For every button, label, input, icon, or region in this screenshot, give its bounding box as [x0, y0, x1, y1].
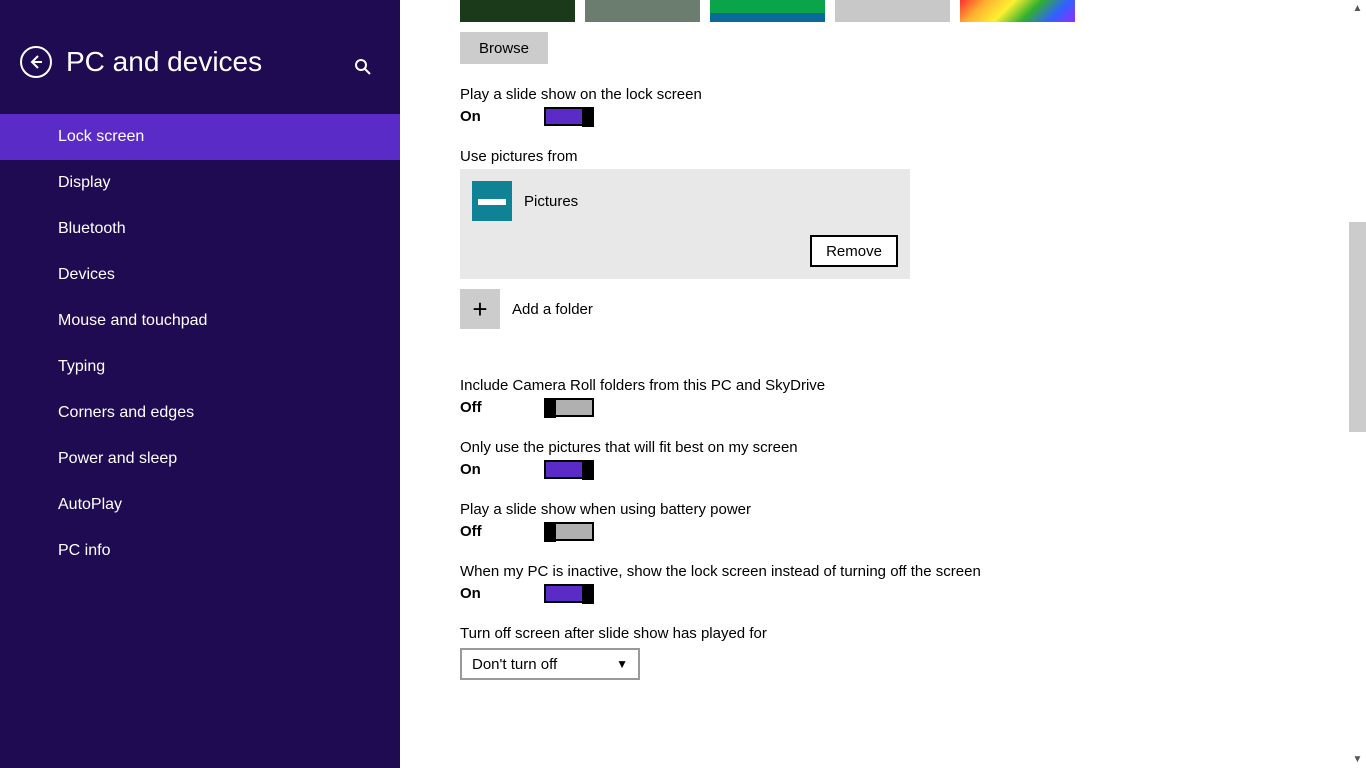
- slideshow-toggle-row: On: [460, 107, 1366, 126]
- inactive-state: On: [460, 585, 544, 602]
- folder-item: Pictures: [472, 181, 898, 221]
- nav-pc-info[interactable]: PC info: [0, 528, 400, 574]
- scroll-thumb[interactable]: [1349, 222, 1366, 432]
- use-pictures-label: Use pictures from: [460, 148, 1366, 165]
- turn-off-select[interactable]: Don't turn off ▼: [460, 648, 640, 680]
- battery-label: Play a slide show when using battery pow…: [460, 501, 1366, 518]
- nav-bluetooth[interactable]: Bluetooth: [0, 206, 400, 252]
- search-icon: [354, 58, 372, 76]
- nav-lock-screen[interactable]: Lock screen: [0, 114, 400, 160]
- fit-best-setting: Only use the pictures that will fit best…: [460, 439, 1366, 479]
- content-pane: Browse Play a slide show on the lock scr…: [400, 0, 1366, 768]
- scroll-down-arrow[interactable]: ▼: [1349, 751, 1366, 768]
- thumbnail-2[interactable]: [585, 0, 700, 22]
- nav-typing[interactable]: Typing: [0, 344, 400, 390]
- turn-off-label: Turn off screen after slide show has pla…: [460, 625, 1366, 642]
- fit-best-label: Only use the pictures that will fit best…: [460, 439, 1366, 456]
- camera-roll-toggle[interactable]: [544, 398, 594, 417]
- thumbnail-4[interactable]: [835, 0, 950, 22]
- toggle-thumb: [582, 461, 594, 480]
- battery-toggle[interactable]: [544, 522, 594, 541]
- turn-off-setting: Turn off screen after slide show has pla…: [460, 625, 1366, 680]
- arrow-left-icon: [28, 54, 44, 70]
- thumbnail-5[interactable]: [960, 0, 1075, 22]
- chevron-down-icon: ▼: [616, 657, 628, 671]
- camera-roll-state: Off: [460, 399, 544, 416]
- battery-toggle-row: Off: [460, 522, 1366, 541]
- add-folder-label: Add a folder: [512, 301, 593, 318]
- slideshow-state: On: [460, 108, 544, 125]
- fit-best-state: On: [460, 461, 544, 478]
- pictures-folder-box[interactable]: Pictures Remove: [460, 169, 910, 279]
- nav-mouse-touchpad[interactable]: Mouse and touchpad: [0, 298, 400, 344]
- vertical-scrollbar[interactable]: ▲ ▼: [1349, 0, 1366, 768]
- nav-list: Lock screen Display Bluetooth Devices Mo…: [0, 114, 400, 574]
- inactive-toggle[interactable]: [544, 584, 594, 603]
- toggle-thumb: [544, 399, 556, 418]
- sidebar-header: PC and devices: [0, 0, 400, 108]
- battery-state: Off: [460, 523, 544, 540]
- camera-roll-setting: Include Camera Roll folders from this PC…: [460, 377, 1366, 417]
- slideshow-toggle[interactable]: [544, 107, 594, 126]
- turn-off-select-wrap: Don't turn off ▼: [460, 648, 1366, 680]
- plus-icon: +: [472, 294, 487, 325]
- back-button[interactable]: [20, 46, 52, 78]
- page-title: PC and devices: [66, 46, 262, 78]
- search-button[interactable]: [354, 58, 372, 81]
- nav-autoplay[interactable]: AutoPlay: [0, 482, 400, 528]
- app-root: PC and devices Lock screen Display Bluet…: [0, 0, 1366, 768]
- remove-button[interactable]: Remove: [810, 235, 898, 267]
- nav-devices[interactable]: Devices: [0, 252, 400, 298]
- add-folder-button[interactable]: +: [460, 289, 500, 329]
- scroll-up-arrow[interactable]: ▲: [1349, 0, 1366, 17]
- toggle-thumb: [582, 108, 594, 127]
- browse-button[interactable]: Browse: [460, 32, 548, 64]
- turn-off-value: Don't turn off: [472, 656, 557, 673]
- battery-setting: Play a slide show when using battery pow…: [460, 501, 1366, 541]
- nav-display[interactable]: Display: [0, 160, 400, 206]
- nav-corners-edges[interactable]: Corners and edges: [0, 390, 400, 436]
- use-pictures-setting: Use pictures from Pictures Remove + Add …: [460, 148, 1366, 329]
- fit-best-toggle[interactable]: [544, 460, 594, 479]
- add-folder-row: + Add a folder: [460, 289, 1366, 329]
- sidebar: PC and devices Lock screen Display Bluet…: [0, 0, 400, 768]
- fit-best-toggle-row: On: [460, 460, 1366, 479]
- toggle-thumb: [582, 585, 594, 604]
- nav-power-sleep[interactable]: Power and sleep: [0, 436, 400, 482]
- inactive-setting: When my PC is inactive, show the lock sc…: [460, 563, 1366, 603]
- folder-name: Pictures: [524, 193, 578, 210]
- background-thumbnails: [460, 0, 1366, 22]
- inactive-label: When my PC is inactive, show the lock sc…: [460, 563, 1366, 580]
- slideshow-label: Play a slide show on the lock screen: [460, 86, 1366, 103]
- camera-roll-label: Include Camera Roll folders from this PC…: [460, 377, 1366, 394]
- camera-roll-toggle-row: Off: [460, 398, 1366, 417]
- inactive-toggle-row: On: [460, 584, 1366, 603]
- thumbnail-3[interactable]: [710, 0, 825, 22]
- thumbnail-1[interactable]: [460, 0, 575, 22]
- toggle-thumb: [544, 523, 556, 542]
- slideshow-setting: Play a slide show on the lock screen On: [460, 86, 1366, 126]
- drive-icon: [472, 181, 512, 221]
